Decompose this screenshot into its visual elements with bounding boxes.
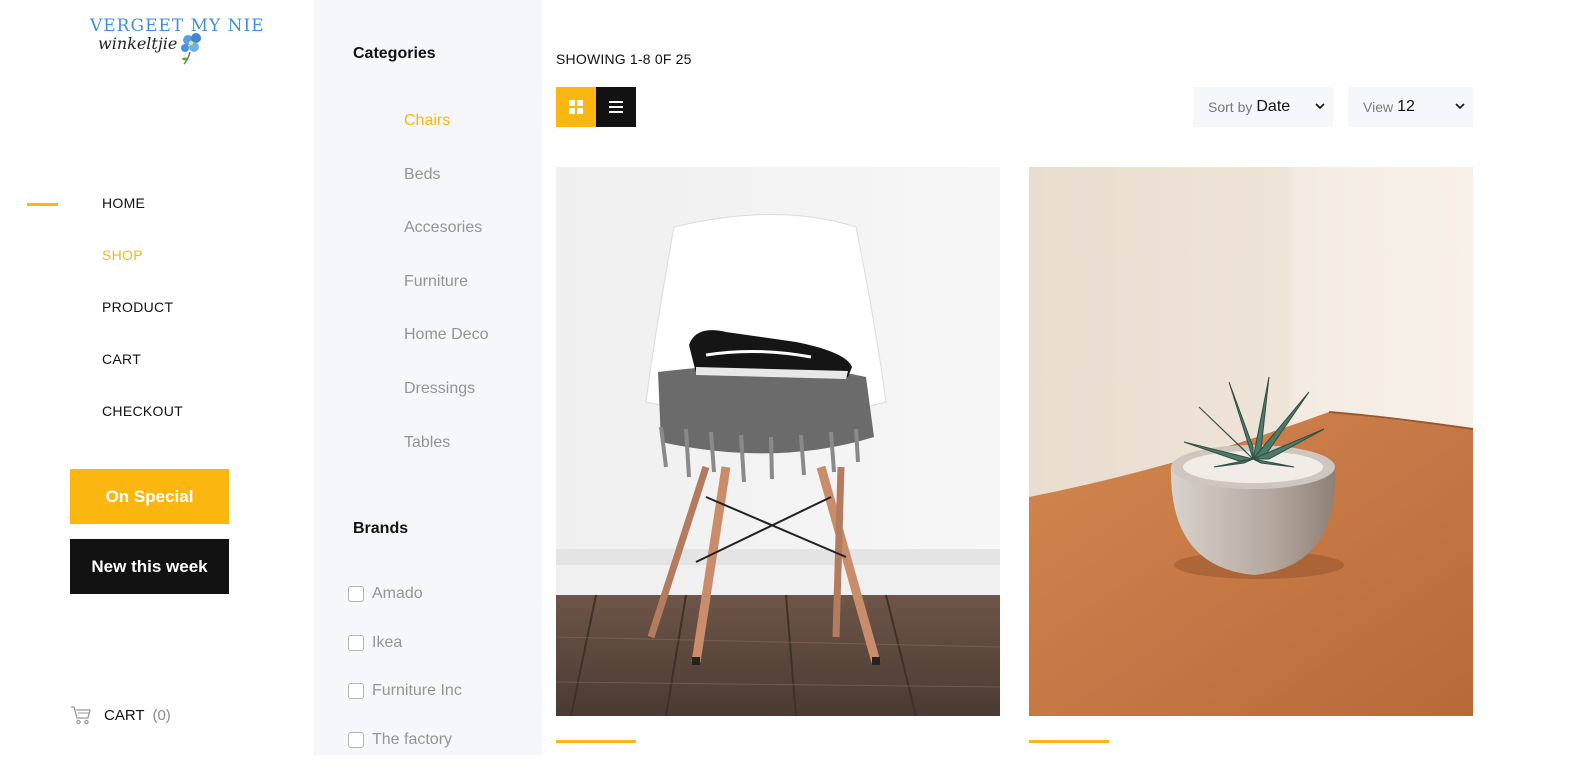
cart-count: (0) (152, 707, 170, 724)
brand-item-furniture-inc[interactable]: Furniture Inc (348, 667, 462, 716)
brand-item-the-factory[interactable]: The factory (348, 716, 462, 764)
brand-checkbox[interactable] (348, 635, 364, 651)
cart-label: CART (104, 707, 144, 724)
results-count: SHOWING 1-8 0F 25 (556, 51, 692, 67)
category-tables[interactable]: Tables (404, 432, 488, 486)
left-header: VERGEET MY NIE winkeltjie HOME SHOP PROD… (0, 0, 313, 755)
chair-with-sneakers-image (556, 167, 1000, 716)
brand-label: The factory (372, 731, 452, 749)
product-accent-line (1029, 740, 1109, 743)
category-beds[interactable]: Beds (404, 164, 488, 218)
brand-checkbox[interactable] (348, 586, 364, 602)
brand-checkbox[interactable] (348, 732, 364, 748)
brand-checkbox[interactable] (348, 683, 364, 699)
logo[interactable]: VERGEET MY NIE winkeltjie (88, 14, 228, 66)
logo-line-2: winkeltjie (98, 34, 177, 53)
grid-view-button[interactable] (556, 87, 596, 127)
shop-sidebar: Categories Chairs Beds Accesories Furnit… (313, 0, 542, 755)
on-special-button[interactable]: On Special (70, 469, 229, 524)
cart-link[interactable]: CART (0) (70, 705, 171, 725)
nav-item-shop[interactable]: SHOP (102, 245, 183, 297)
category-accesories[interactable]: Accesories (404, 217, 488, 271)
brands-title: Brands (353, 520, 408, 538)
grid-icon (569, 100, 583, 114)
view-count-select[interactable]: View 12 (1348, 87, 1473, 127)
product-accent-line (556, 740, 636, 743)
brand-label: Ikea (372, 634, 402, 652)
view-label: View (1363, 99, 1393, 115)
list-view-button[interactable] (596, 87, 636, 127)
brand-label: Furniture Inc (372, 682, 462, 700)
product-image-chair[interactable] (556, 167, 1000, 716)
forget-me-not-flower-icon (172, 26, 212, 66)
nav-item-home[interactable]: HOME (102, 193, 183, 245)
sort-by-label: Sort by (1208, 99, 1252, 115)
succulent-pot-image (1029, 167, 1473, 716)
category-dressings[interactable]: Dressings (404, 378, 488, 432)
main-nav: HOME SHOP PRODUCT CART CHECKOUT (102, 193, 183, 453)
product-image-succulent[interactable] (1029, 167, 1473, 716)
sort-by-select[interactable]: Sort by Date (1193, 87, 1333, 127)
cart-icon (70, 705, 92, 725)
brand-list: Amado Ikea Furniture Inc The factory (348, 570, 462, 764)
category-furniture[interactable]: Furniture (404, 271, 488, 325)
brand-item-amado[interactable]: Amado (348, 570, 462, 619)
category-chairs[interactable]: Chairs (404, 110, 488, 164)
category-list: Chairs Beds Accesories Furniture Home De… (404, 110, 488, 485)
view-toggle (556, 87, 636, 127)
list-icon (609, 101, 623, 113)
new-this-week-button[interactable]: New this week (70, 539, 229, 594)
brand-label: Amado (372, 585, 423, 603)
brand-item-ikea[interactable]: Ikea (348, 619, 462, 668)
chevron-down-icon (1455, 102, 1465, 110)
nav-active-indicator (27, 203, 58, 206)
sort-by-value: Date (1256, 98, 1290, 116)
nav-item-cart[interactable]: CART (102, 349, 183, 401)
nav-item-product[interactable]: PRODUCT (102, 297, 183, 349)
categories-title: Categories (353, 45, 436, 63)
view-value: 12 (1397, 98, 1415, 116)
chevron-down-icon (1315, 102, 1325, 110)
category-home-deco[interactable]: Home Deco (404, 324, 488, 378)
nav-item-checkout[interactable]: CHECKOUT (102, 401, 183, 453)
